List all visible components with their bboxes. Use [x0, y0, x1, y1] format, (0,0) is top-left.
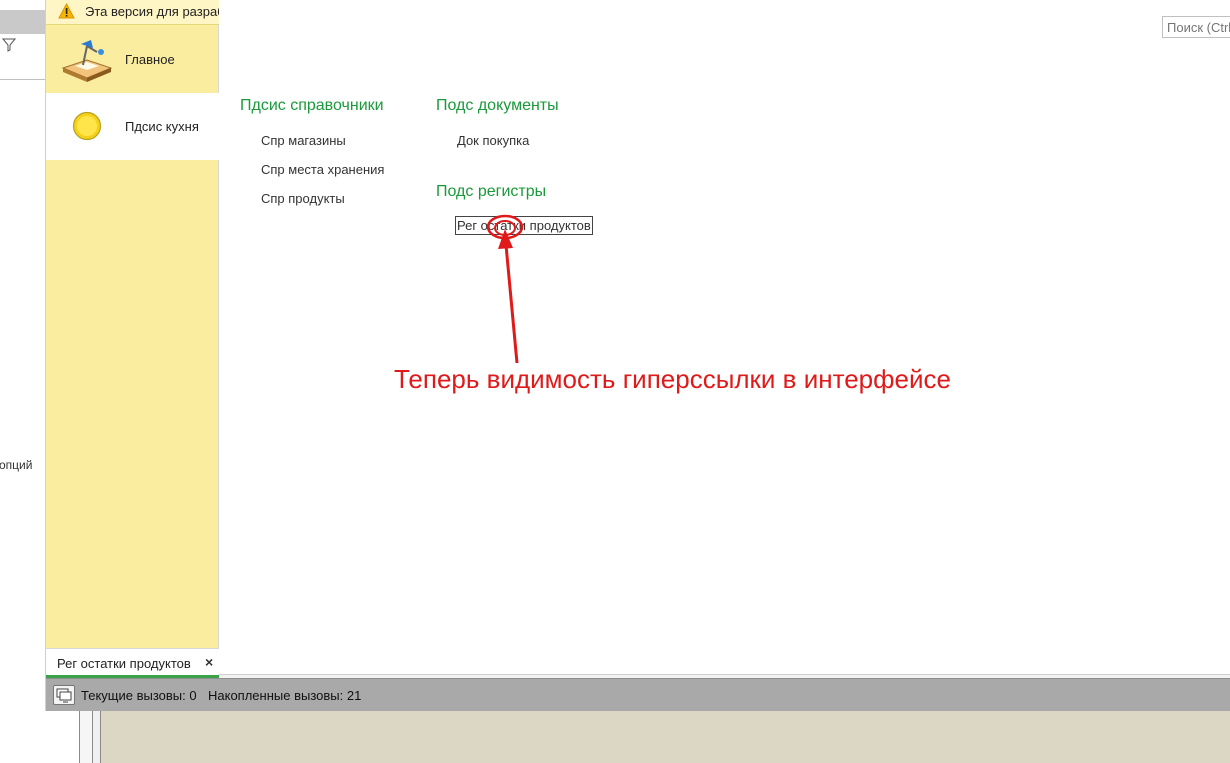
group-title-registers: Подс регистры: [436, 183, 547, 200]
bottom-frame-inner: [93, 711, 101, 763]
yellow-circle-icon: [72, 111, 102, 141]
link-spr-magaziny[interactable]: Спр магазины: [261, 133, 346, 148]
group-title-directories: Пдсис справочники: [240, 97, 384, 114]
desk-lamp-icon: [61, 40, 113, 82]
annotation-caption: Теперь видимость гиперссылки в интерфейс…: [394, 364, 951, 394]
left-truncated-label: опций: [0, 458, 33, 472]
section-main[interactable]: Главное: [46, 26, 219, 93]
section-main-label: Главное: [125, 52, 175, 67]
search-input[interactable]: [1162, 16, 1230, 38]
accumulated-calls: Накопленные вызовы: 21: [208, 688, 362, 703]
link-spr-mesta-hraneniya[interactable]: Спр места хранения: [261, 162, 384, 177]
status-bar: Текущие вызовы: 0 Накопленные вызовы: 21: [46, 678, 1230, 711]
current-calls: Текущие вызовы: 0: [81, 688, 197, 703]
link-dok-pokupka[interactable]: Док покупка: [457, 133, 529, 148]
left-gray-band: [0, 10, 45, 34]
section-kitchen[interactable]: Пдсис кухня: [46, 93, 219, 160]
warning-text: Эта версия для разработки: [85, 4, 219, 19]
bottom-area: [79, 711, 1230, 763]
left-separator: [0, 62, 45, 80]
warning-icon: [58, 3, 75, 19]
section-kitchen-label: Пдсис кухня: [125, 119, 199, 134]
sections-panel: Эта версия для разработки Главное Пдсис …: [46, 0, 219, 678]
link-spr-produkty[interactable]: Спр продукты: [261, 191, 345, 206]
warning-bar: Эта версия для разработки: [46, 0, 219, 25]
calls-monitor-icon[interactable]: [53, 685, 75, 705]
left-panel-remnant: опций: [0, 0, 46, 711]
annotation-arrow: [486, 214, 524, 364]
bottom-frame-left: [79, 711, 93, 763]
open-tab-label: Рег остатки продуктов: [57, 656, 191, 671]
group-title-documents: Подс документы: [436, 97, 559, 114]
open-window-tab[interactable]: Рег остатки продуктов ×: [46, 648, 219, 678]
close-icon[interactable]: ×: [205, 654, 213, 670]
filter-icon[interactable]: [2, 38, 16, 52]
